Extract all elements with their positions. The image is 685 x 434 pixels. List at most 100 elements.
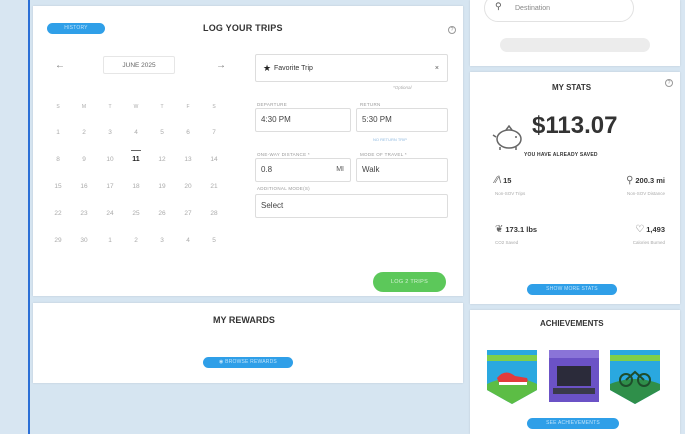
browse-rewards-button[interactable]: BROWSE REWARDS — [203, 357, 293, 368]
trips-stat: ⁄⁄\ 15 Non-SOV Trips — [495, 175, 525, 196]
calendar-day[interactable]: 8 — [45, 156, 71, 163]
calendar-day[interactable]: 17 — [97, 183, 123, 190]
mode-label: MODE OF TRAVEL * — [360, 152, 407, 157]
calendar-day[interactable]: 25 — [123, 210, 149, 217]
no-return-trip-link[interactable]: NO RETURN TRIP — [373, 137, 407, 142]
calendar-day[interactable]: 14 — [201, 156, 227, 163]
star-icon: ★ — [263, 63, 272, 73]
calendar-day[interactable]: 18 — [123, 183, 149, 190]
log-trips-card: HISTORY LOG YOUR TRIPS ? ← JUNE 2025 → S… — [33, 6, 463, 296]
co2-value: 173.1 lbs — [505, 225, 538, 234]
calendar-day[interactable]: 29 — [45, 237, 71, 244]
calendar-day[interactable]: 27 — [175, 210, 201, 217]
distance-value: 0.8 — [261, 165, 273, 174]
achievements-card: ACHIEVEMENTS SEE ACHIEVEMENTS — [470, 310, 680, 434]
calendar-day[interactable]: 22 — [45, 210, 71, 217]
distance-input[interactable]: 0.8 MI — [255, 158, 351, 182]
calendar-day[interactable]: 1 — [97, 237, 123, 244]
calendar-weekday: T — [160, 104, 164, 110]
saved-caption: YOU HAVE ALREADY SAVED — [524, 152, 598, 158]
prev-month-icon[interactable]: ← — [55, 60, 65, 71]
calendar-day[interactable]: 6 — [175, 129, 201, 136]
heart-icon: ♡ — [635, 224, 645, 235]
return-time-input[interactable]: 5:30 PM — [356, 108, 448, 132]
calendar-day[interactable]: 5 — [149, 129, 175, 136]
calendar-day[interactable]: 20 — [175, 183, 201, 190]
calendar-day[interactable]: 23 — [71, 210, 97, 217]
show-more-stats-button[interactable]: SHOW MORE STATS — [527, 284, 617, 295]
distance-stat: ⚲ 200.3 mi Non-SOV Distance — [593, 175, 665, 196]
additional-modes-label: ADDITIONAL MODE(S) — [257, 186, 310, 191]
log-trips-button[interactable]: LOG 2 TRIPS — [373, 272, 446, 292]
return-label: RETURN — [360, 102, 381, 107]
calendar-day[interactable]: 10 — [97, 156, 123, 163]
log-trips-title: LOG YOUR TRIPS — [203, 23, 283, 33]
walking-icon: ⁄⁄\ — [495, 175, 502, 186]
achievements-title: ACHIEVEMENTS — [540, 319, 604, 328]
history-button[interactable]: HISTORY — [47, 23, 105, 34]
calendar-day[interactable]: 16 — [71, 183, 97, 190]
location-pin-icon: ⚲ — [495, 1, 502, 11]
stats-card: MY STATS ? $113.07 YOU HAVE ALREADY SAVE… — [470, 72, 680, 304]
calendar-day[interactable]: 30 — [71, 237, 97, 244]
favorite-trip-select[interactable]: ★ Favorite Trip × — [255, 54, 448, 82]
calendar-day[interactable]: 2 — [123, 237, 149, 244]
calendar-day[interactable]: 12 — [149, 156, 175, 163]
route-icon: ⚲ — [626, 175, 634, 186]
co2-stat: ❦ 173.1 lbs CO2 Saved — [495, 224, 537, 245]
achievement-badge-bike[interactable] — [608, 348, 662, 406]
help-icon[interactable]: ? — [665, 79, 673, 87]
piggy-bank-icon — [492, 125, 522, 150]
calendar-day[interactable]: 2 — [71, 129, 97, 136]
distance-stat-value: 200.3 mi — [635, 176, 665, 185]
next-month-icon[interactable]: → — [216, 60, 226, 71]
calendar-day[interactable]: 3 — [97, 129, 123, 136]
distance-stat-label: Non-SOV Distance — [626, 191, 665, 196]
additional-modes-select[interactable]: Select — [255, 194, 448, 218]
calendar-day[interactable]: 13 — [175, 156, 201, 163]
destination-bar — [500, 38, 650, 52]
trips-value: 15 — [503, 176, 512, 185]
calendar-day[interactable]: 5 — [201, 237, 227, 244]
calendar-day[interactable]: 3 — [149, 237, 175, 244]
favorite-trip-label: Favorite Trip — [274, 65, 313, 72]
calendar-weekday: F — [186, 104, 190, 110]
calendar-weekday: W — [133, 104, 139, 110]
calendar-day[interactable]: 15 — [45, 183, 71, 190]
achievement-badge-shoe[interactable] — [485, 348, 539, 406]
achievement-badge-computer[interactable] — [547, 348, 601, 406]
destination-placeholder: Destination — [515, 5, 551, 12]
calendar-weekday: S — [56, 104, 60, 110]
calendar-day[interactable]: 11 — [123, 150, 149, 163]
co2-label: CO2 Saved — [495, 240, 519, 245]
calendar-day[interactable]: 19 — [149, 183, 175, 190]
calendar-day[interactable]: 24 — [97, 210, 123, 217]
calendar-day[interactable]: 4 — [175, 237, 201, 244]
calendar-weekday: T — [108, 104, 112, 110]
destination-card: ⚲ Destination — [470, 0, 680, 66]
calendar-day[interactable]: 4 — [123, 129, 149, 136]
rewards-title: MY REWARDS — [213, 315, 275, 325]
calendar-weekday: S — [212, 104, 216, 110]
see-achievements-button[interactable]: SEE ACHIEVEMENTS — [527, 418, 619, 429]
help-icon[interactable]: ? — [448, 26, 456, 34]
destination-input[interactable]: ⚲ Destination — [484, 0, 634, 22]
calendar-day[interactable]: 28 — [201, 210, 227, 217]
calendar-day[interactable]: 1 — [45, 129, 71, 136]
rewards-card: MY REWARDS BROWSE REWARDS — [33, 303, 463, 383]
calories-value: 1,493 — [646, 225, 665, 234]
calendar-day[interactable]: 7 — [201, 129, 227, 136]
calendar-day[interactable]: 26 — [149, 210, 175, 217]
calendar-day[interactable]: 9 — [71, 156, 97, 163]
calendar-month-select[interactable]: JUNE 2025 — [103, 56, 175, 74]
calendar-weekday: M — [81, 104, 87, 110]
distance-label: ONE-WAY DISTANCE * — [257, 152, 310, 157]
departure-time-input[interactable]: 4:30 PM — [255, 108, 351, 132]
distance-unit: MI — [336, 166, 344, 173]
leaf-icon: ❦ — [495, 224, 504, 235]
trips-label: Non-SOV Trips — [495, 191, 526, 196]
calories-label: Calories Burned — [632, 240, 665, 245]
mode-of-travel-select[interactable]: Walk — [356, 158, 448, 182]
calendar-day[interactable]: 21 — [201, 183, 227, 190]
clear-icon[interactable]: × — [435, 65, 439, 72]
